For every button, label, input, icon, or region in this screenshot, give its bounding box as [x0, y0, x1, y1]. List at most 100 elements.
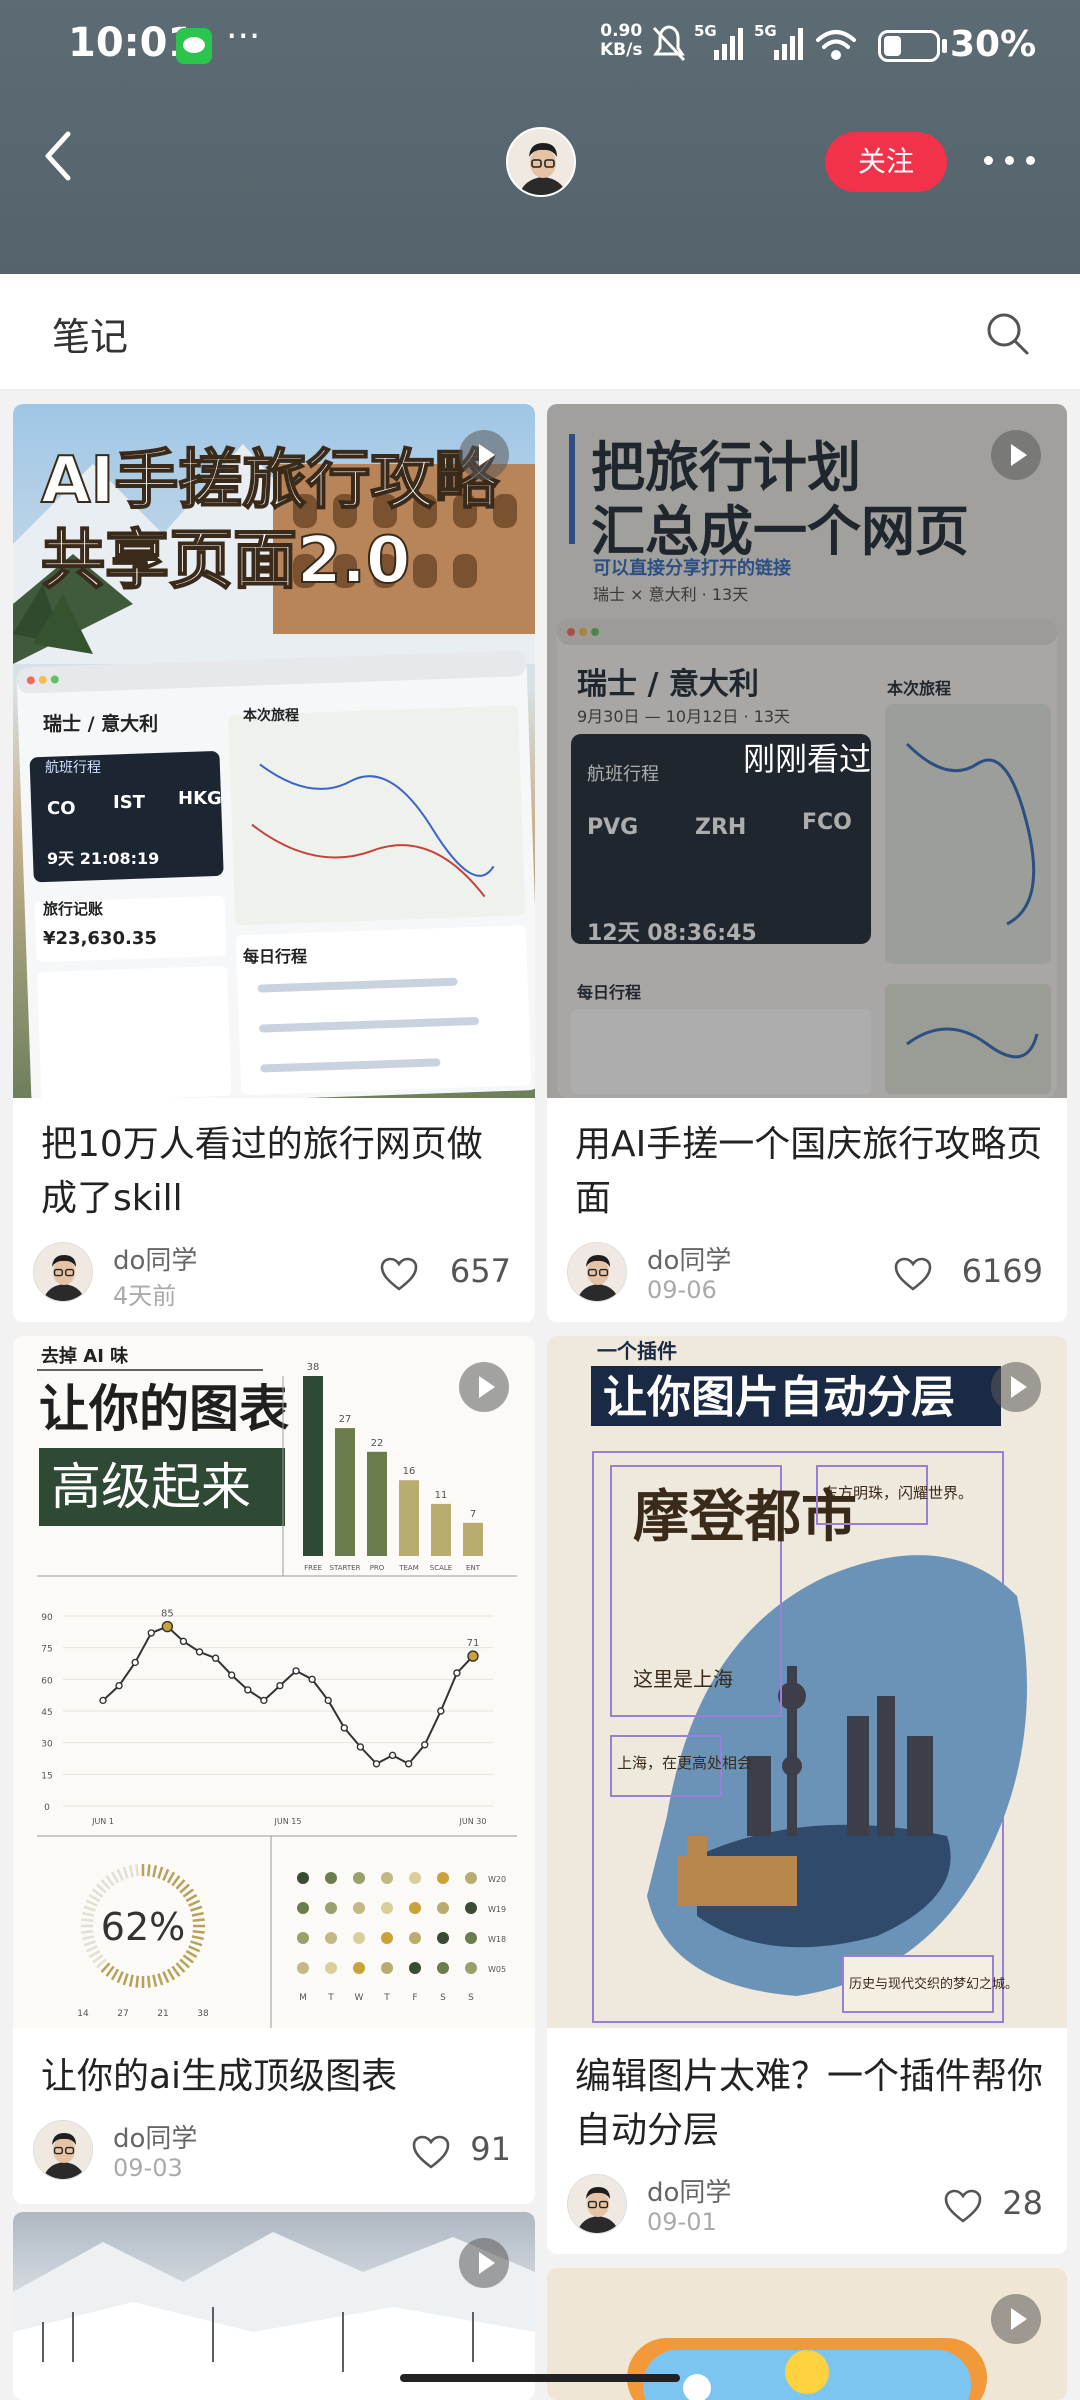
donut-value: 62%: [101, 1905, 185, 1949]
note-thumbnail[interactable]: 把旅行计划 汇总成一个网页 可以直接分享打开的链接 瑞士 × 意大利 · 13天…: [547, 404, 1067, 1098]
dot: [465, 1902, 477, 1914]
dot: [325, 1902, 337, 1914]
donut-axis-label: 27: [117, 2009, 128, 2019]
profile-avatar[interactable]: [506, 127, 576, 197]
line-point: [292, 1667, 300, 1675]
note-thumbnail[interactable]: 去掉 AI 味 让你的图表 高级起来 38 FREE 27 STARTER 22 PRO 1…: [13, 1336, 535, 2028]
svg-text:一个插件: 一个插件: [597, 1339, 677, 1363]
donut-tick: [96, 1958, 107, 1969]
tab-notes[interactable]: 笔记: [52, 306, 128, 361]
thumb-title-1: 让你的图表: [39, 1380, 289, 1438]
note-author[interactable]: do同学 4天前: [33, 1242, 233, 1310]
follow-button[interactable]: 关注: [825, 132, 947, 192]
donut-tick: [110, 1968, 120, 1981]
line-point: [211, 1654, 220, 1662]
svg-text:东方明珠，闪耀世界。: 东方明珠，闪耀世界。: [823, 1484, 973, 1502]
note-thumbnail[interactable]: AI手搓旅行攻略 共享页面2.0 瑞士 / 意大利 航班行程 CO IST HK…: [13, 404, 535, 1098]
author-name: do同学: [113, 2124, 198, 2154]
bar-category-label: FREE: [304, 1564, 322, 1572]
donut-tick: [166, 1871, 176, 1884]
dot: [409, 1932, 421, 1944]
heart-icon[interactable]: [893, 1256, 933, 1292]
note-card[interactable]: 把旅行计划 汇总成一个网页 可以直接分享打开的链接 瑞士 × 意大利 · 13天…: [547, 404, 1067, 1322]
svg-text:瑞士 / 意大利: 瑞士 / 意大利: [43, 712, 158, 735]
bar-category-label: SCALE: [430, 1564, 452, 1572]
like-count[interactable]: 91: [331, 2130, 511, 2174]
note-author[interactable]: do同学 09-01: [567, 2174, 767, 2238]
note-author[interactable]: do同学 09-03: [33, 2120, 233, 2184]
svg-text:5G: 5G: [754, 22, 777, 40]
note-card[interactable]: AI手搓旅行攻略 共享页面2.0 瑞士 / 意大利 航班行程 CO IST HK…: [13, 404, 535, 1322]
donut-tick: [152, 1865, 158, 1878]
donut-tick: [135, 1864, 140, 1877]
donut-tick: [92, 1954, 104, 1964]
note-card[interactable]: [13, 2212, 535, 2400]
line-point: [147, 1629, 155, 1637]
heart-icon[interactable]: [943, 2188, 983, 2224]
donut-tick: [157, 1866, 164, 1879]
donut-tick: [185, 1893, 198, 1903]
donut-tick: [166, 1968, 176, 1981]
bar: [431, 1503, 451, 1556]
note-date: 09-06: [647, 1276, 717, 1304]
line-point: [227, 1671, 236, 1679]
dot: [409, 1902, 421, 1914]
heart-icon[interactable]: [411, 2134, 451, 2170]
svg-text:上海，在更高处相会: 上海，在更高处相会: [617, 1754, 752, 1772]
note-thumbnail[interactable]: [13, 2212, 535, 2400]
more-notifications-icon: ···: [226, 16, 261, 57]
svg-text:IST: IST: [113, 792, 146, 813]
like-count[interactable]: 657: [331, 1252, 511, 1296]
note-title[interactable]: 用AI手搓一个国庆旅行攻略页面: [575, 1118, 1043, 1226]
dot: [437, 1962, 449, 1974]
thumbnail-illustration: 去掉 AI 味 让你的图表 高级起来 38 FREE 27 STARTER 22 PRO 1…: [37, 1345, 517, 2028]
tab-bar: 笔记: [0, 274, 1080, 390]
note-thumbnail[interactable]: 一个插件 让你图片自动分层 摩登都市 这里是上海 东方明珠，闪耀世界。 上海，在…: [547, 1336, 1067, 2028]
note-author[interactable]: do同学 09-06: [567, 1242, 767, 1306]
donut-axis-label: 14: [77, 2009, 89, 2019]
donut-tick: [188, 1945, 201, 1953]
like-count[interactable]: 6169: [863, 1252, 1043, 1296]
search-icon[interactable]: [984, 310, 1032, 358]
line-point: [131, 1658, 139, 1667]
note-card[interactable]: 一个插件 让你图片自动分层 摩登都市 这里是上海 东方明珠，闪耀世界。 上海，在…: [547, 1336, 1067, 2254]
bar-category-label: STARTER: [330, 1564, 361, 1572]
note-card[interactable]: 去掉 AI 味 让你的图表 高级起来 38 FREE 27 STARTER 22 PRO 1…: [13, 1336, 535, 2204]
like-count[interactable]: 28: [863, 2184, 1043, 2228]
donut-tick: [116, 1868, 124, 1881]
line-point: [276, 1681, 284, 1690]
line-point: [404, 1760, 413, 1768]
recently-viewed-overlay: 刚刚看过: [547, 404, 1067, 1098]
battery-percent: 30%: [950, 24, 1037, 65]
more-options-icon[interactable]: [984, 152, 1036, 172]
dot: [325, 1962, 337, 1974]
donut-tick: [188, 1899, 201, 1907]
author-avatar: [567, 1242, 627, 1302]
note-title[interactable]: 把10万人看过的旅行网页做成了skill: [41, 1118, 511, 1226]
wifi-icon: [816, 30, 856, 60]
heart-icon[interactable]: [379, 1256, 419, 1292]
note-title[interactable]: 让你的ai生成顶级图表: [41, 2050, 511, 2104]
bar-category-label: TEAM: [398, 1564, 419, 1572]
dot-col-label: M: [299, 1993, 307, 2003]
line-point-label: 85: [161, 1609, 174, 1620]
donut-tick: [146, 1975, 151, 1988]
line-series: [102, 1625, 474, 1766]
donut-tick: [82, 1911, 95, 1917]
bar-value-label: 27: [339, 1414, 352, 1425]
line-chart: 90 75 60 45 30 15 0 85 71 JUN 1 JUN 15 JUN 30: [41, 1609, 493, 1826]
svg-text:5G: 5G: [694, 22, 717, 40]
thumb-title-2: 共享页面2.0: [41, 524, 410, 598]
y-tick-label: 0: [44, 1803, 50, 1813]
x-tick-label: JUN 1: [91, 1817, 114, 1826]
back-icon[interactable]: [38, 124, 82, 188]
note-title[interactable]: 编辑图片太难？一个插件帮你自动分层: [575, 2050, 1043, 2158]
donut-tick: [185, 1949, 198, 1959]
home-indicator[interactable]: [400, 2374, 680, 2382]
line-point: [161, 1620, 174, 1633]
donut-tick: [122, 1866, 129, 1879]
video-play-icon: [991, 2294, 1041, 2344]
dot-col-label: F: [412, 1993, 417, 2003]
dot: [409, 1962, 421, 1974]
donut-tick: [100, 1962, 111, 1973]
